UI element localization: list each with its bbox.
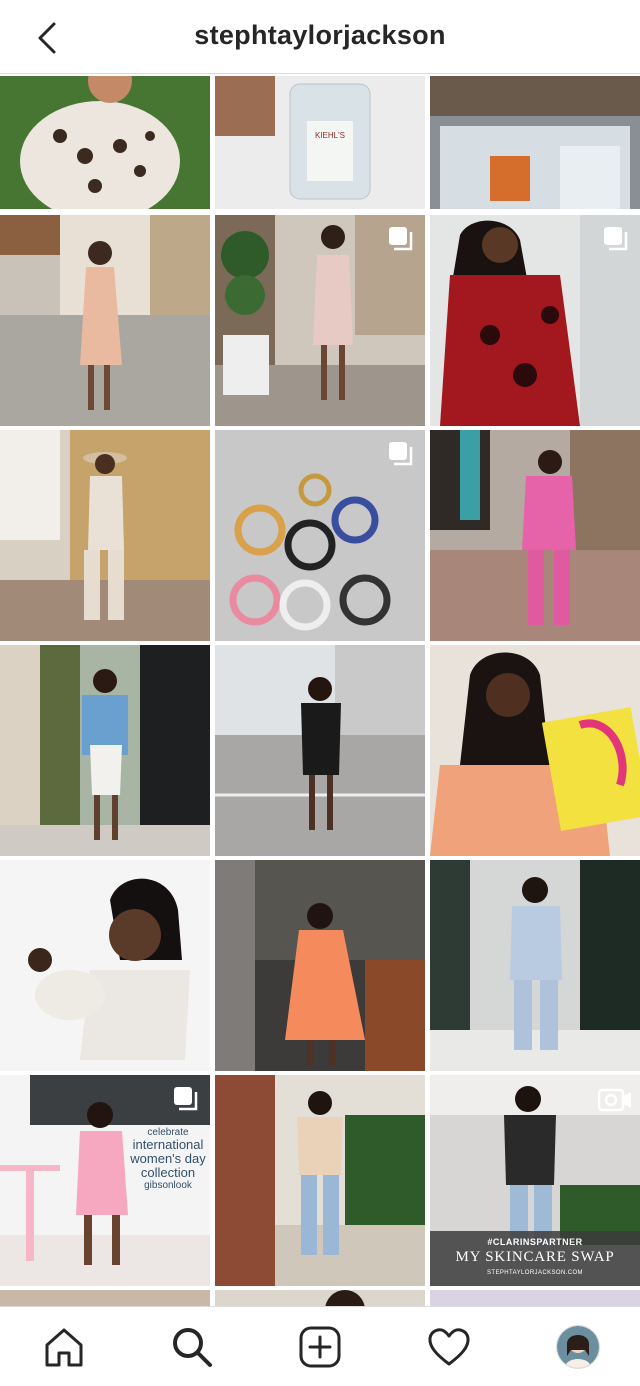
posts-grid: KIEHL'S celebrate international women's … (0, 76, 640, 1306)
profile-username: stephtaylorjackson (194, 20, 446, 50)
post-tile[interactable] (0, 1290, 210, 1306)
site-text: STEPHTAYLORJACKSON.COM (487, 1270, 583, 1276)
post-tile[interactable] (0, 430, 210, 641)
post-tile[interactable] (430, 215, 640, 426)
post-tile[interactable] (430, 645, 640, 856)
camera-icon (598, 1088, 631, 1112)
post-tile[interactable] (430, 430, 640, 641)
multiple-photos-icon (604, 227, 628, 251)
svg-text:KIEHL'S: KIEHL'S (315, 131, 345, 140)
multiple-photos-icon (174, 1087, 198, 1111)
profile-avatar[interactable] (556, 1325, 600, 1369)
post-tile[interactable] (215, 1075, 425, 1286)
top-bar: stephtaylorjackson (0, 0, 640, 74)
post-tile[interactable] (430, 860, 640, 1071)
bottom-tab-bar (0, 1306, 640, 1386)
post-tile[interactable] (215, 860, 425, 1071)
overlay-line: gibsonlook (144, 1180, 192, 1191)
post-tile[interactable] (430, 76, 640, 209)
post-tile[interactable]: KIEHL'S (215, 76, 425, 209)
post-tile[interactable] (215, 1290, 425, 1306)
post-tile[interactable] (0, 215, 210, 426)
post-overlay-text: celebrate international women's day coll… (128, 1127, 208, 1191)
post-tile[interactable] (430, 1290, 640, 1306)
post-tile[interactable] (0, 76, 210, 209)
hashtag-text: #CLARINSPARTNER (487, 1237, 583, 1247)
overlay-line: collection (140, 1165, 196, 1180)
post-tile[interactable]: #CLARINSPARTNER MY SKINCARE SWAP STEPHTA… (430, 1075, 640, 1286)
search-icon[interactable] (170, 1325, 214, 1369)
post-tile[interactable] (215, 645, 425, 856)
caption-text: MY SKINCARE SWAP (455, 1249, 615, 1265)
post-tile[interactable] (0, 860, 210, 1071)
post-tile[interactable] (215, 215, 425, 426)
post-tile[interactable]: celebrate international women's day coll… (0, 1075, 210, 1286)
multiple-photos-icon (389, 442, 413, 466)
heart-icon[interactable] (427, 1325, 471, 1369)
post-tile[interactable] (215, 430, 425, 641)
home-icon[interactable] (42, 1325, 86, 1369)
overlay-line: women's day (130, 1151, 206, 1166)
multiple-photos-icon (389, 227, 413, 251)
overlay-line: international (132, 1137, 204, 1152)
post-tile[interactable] (0, 645, 210, 856)
plus-square-icon[interactable] (298, 1325, 342, 1369)
sponsored-caption-bar: #CLARINSPARTNER MY SKINCARE SWAP STEPHTA… (430, 1231, 640, 1286)
